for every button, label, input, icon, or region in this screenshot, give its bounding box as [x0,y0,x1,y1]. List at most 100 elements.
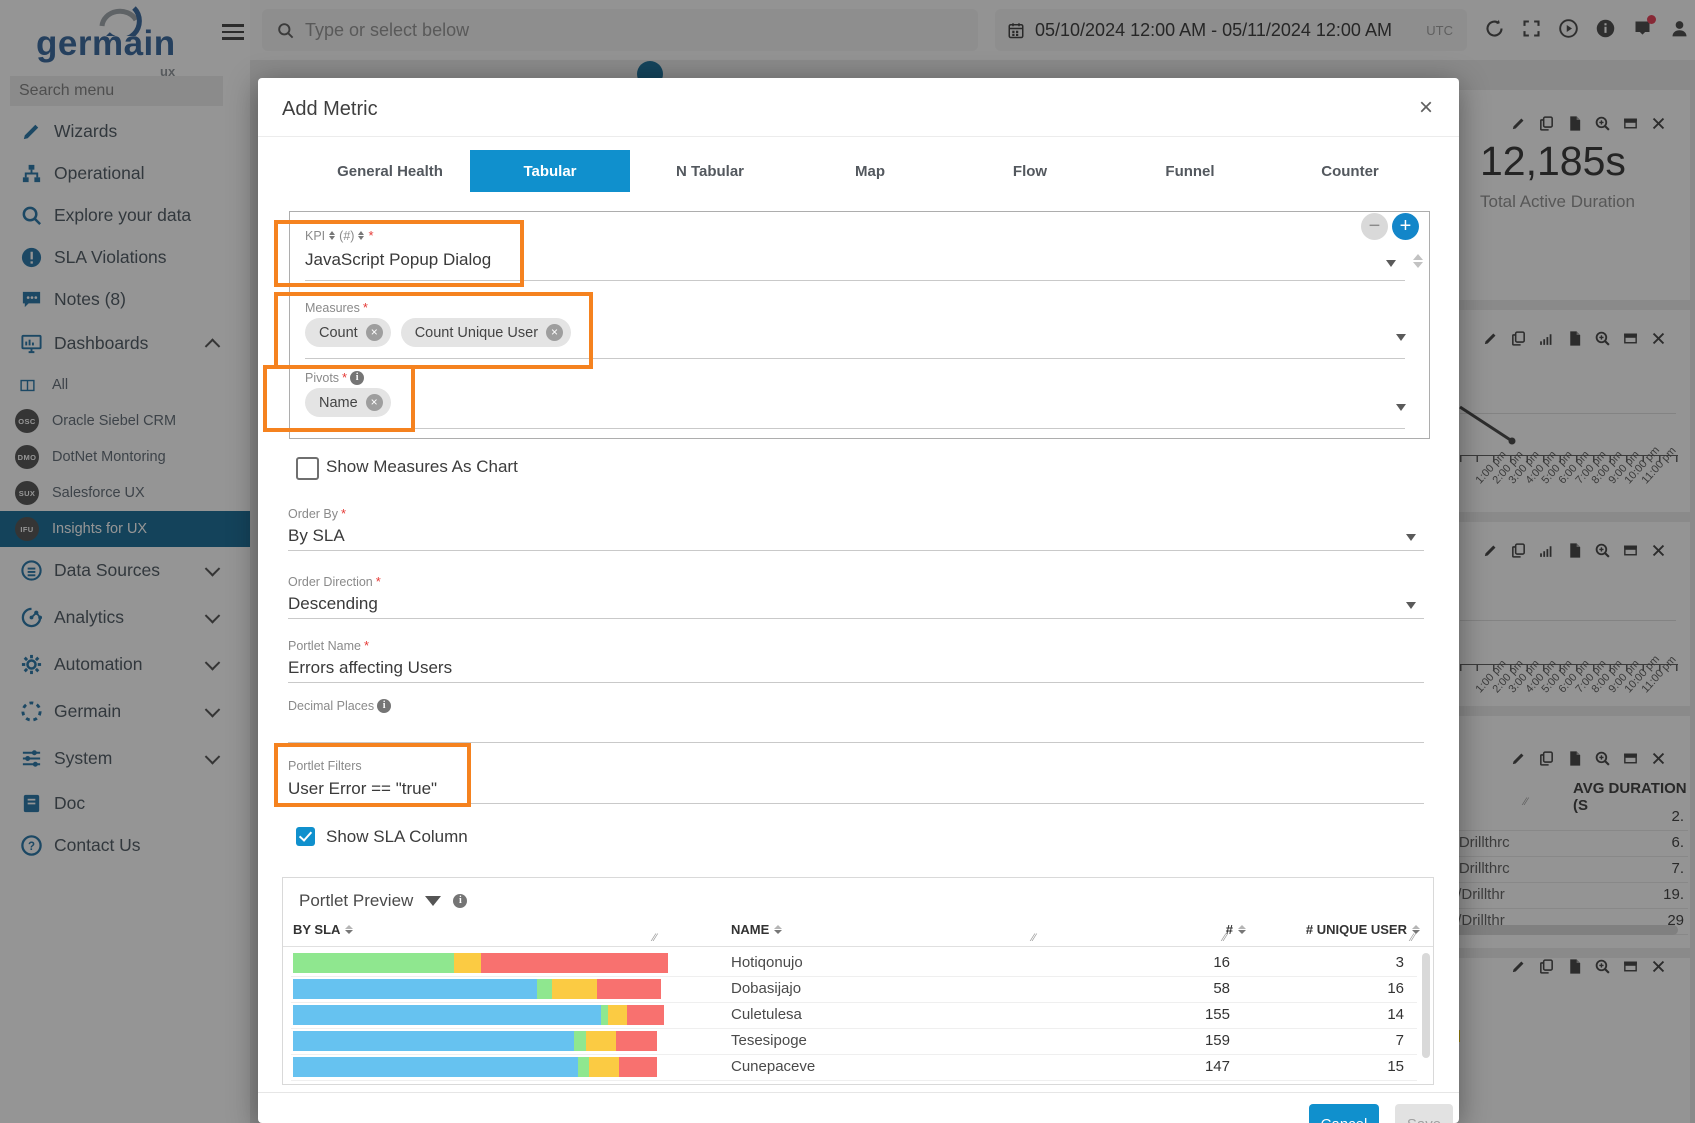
show-sla-column-label: Show SLA Column [326,827,468,847]
tab-n-tabular[interactable]: N Tabular [630,150,790,192]
chip-label: Count [319,325,358,341]
cell-count: 16 [1213,954,1230,971]
column-header-name[interactable]: NAME [731,922,782,937]
tab-tabular[interactable]: Tabular [470,150,630,192]
updown-icon[interactable] [358,231,364,240]
dialog-tabs: General HealthTabularN TabularMapFlowFun… [310,150,1430,192]
measures-label: Measures* [305,300,368,315]
add-kpi-button[interactable]: + [1392,213,1419,240]
measure-chip-count-unique-user[interactable]: Count Unique User × [401,318,571,347]
app-root: germain ux Search menu WizardsOperationa… [0,0,1695,1123]
chevron-down-icon[interactable] [1386,260,1396,267]
sla-bar [293,953,668,973]
preview-table-row: Culetulesa15514 [291,1002,1417,1029]
field-underline [288,803,1424,804]
field-underline [288,682,1424,683]
remove-kpi-button[interactable]: − [1361,213,1388,240]
portlet-preview: Portlet Preview i BY SLA NAME # # UNIQUE… [282,877,1434,1085]
chip-label: Count Unique User [415,325,538,341]
column-resize-handle[interactable]: ⁄⁄ [1223,932,1227,944]
measures-chips: Count × Count Unique User × [305,318,571,347]
sla-bar [293,1031,668,1051]
column-resize-handle[interactable]: ⁄⁄ [1032,932,1036,944]
order-by-label: Order By* [288,506,346,521]
field-underline [288,742,1424,743]
preview-table-row: Hotiqonujo 16 3 [291,950,1417,977]
cell-unique-user: 14 [1387,1006,1404,1023]
cell-unique-user: 7 [1396,1032,1404,1049]
column-header-unique-user[interactable]: # UNIQUE USER [1306,922,1420,937]
sla-bar-segment-green [601,1005,609,1025]
chip-remove-icon[interactable]: × [366,324,383,341]
order-by-select[interactable]: By SLA [288,526,345,546]
cell-unique-user: 16 [1387,980,1404,997]
sla-bar-segment-red [481,953,669,973]
chevron-down-icon[interactable] [1406,534,1416,541]
divider [258,136,1459,137]
pivot-chip-name[interactable]: Name × [305,388,391,417]
chip-remove-icon[interactable]: × [366,394,383,411]
kpi-select[interactable]: JavaScript Popup Dialog [305,250,491,270]
sla-bar-segment-green [578,1057,589,1077]
show-sla-column-checkbox[interactable] [296,827,315,846]
cell-count: 147 [1205,1058,1230,1075]
chevron-down-icon[interactable] [1396,404,1406,411]
filter-icon[interactable] [425,896,441,906]
chevron-down-icon[interactable] [1396,334,1406,341]
preview-table-row: Dobasijajo5816 [291,976,1417,1003]
cell-name: Dobasijajo [731,980,801,997]
updown-icon[interactable] [329,231,335,240]
sla-bar-segment-red [597,979,661,999]
field-underline [288,550,1424,551]
sla-bar-segment-yellow [454,953,480,973]
sla-bar [293,1057,668,1077]
column-resize-handle[interactable]: ⁄⁄ [653,932,657,944]
sla-bar-segment-red [619,1057,657,1077]
save-button[interactable]: Save [1395,1104,1453,1123]
column-header-by-sla[interactable]: BY SLA [293,922,353,937]
portlet-filters-label: Portlet Filters [288,759,362,773]
sla-bar-segment-green [537,979,552,999]
chip-remove-icon[interactable]: × [546,324,563,341]
tab-funnel[interactable]: Funnel [1110,150,1270,192]
sla-bar-segment-green [574,1031,585,1051]
cell-name: Hotiqonujo [731,954,803,971]
dialog-title: Add Metric [282,98,378,121]
field-underline [305,280,1405,281]
cell-unique-user: 3 [1396,954,1404,971]
preview-table-row: Cunepaceve14715 [291,1054,1417,1081]
order-direction-select[interactable]: Descending [288,594,378,614]
portlet-filters-input[interactable]: User Error == "true" [288,779,437,799]
cell-unique-user: 15 [1387,1058,1404,1075]
chevron-down-icon[interactable] [1406,602,1416,609]
info-icon: i [453,894,467,908]
kpi-label: KPI (#) * [305,228,374,243]
tab-flow[interactable]: Flow [950,150,1110,192]
column-header-count[interactable]: # [1226,922,1246,937]
pivots-label: Pivots* i [305,370,364,385]
show-measures-as-chart-checkbox[interactable] [296,457,319,480]
divider [258,1092,1459,1093]
tab-counter[interactable]: Counter [1270,150,1430,192]
cell-count: 159 [1205,1032,1230,1049]
cancel-button[interactable]: Cancel [1309,1104,1379,1123]
sla-bar [293,1005,668,1025]
portlet-name-input[interactable]: Errors affecting Users [288,658,452,678]
tab-general-health[interactable]: General Health [310,150,470,192]
sla-bar-segment-yellow [552,979,597,999]
vertical-scrollbar[interactable] [1422,953,1430,1058]
tab-map[interactable]: Map [790,150,950,192]
spinner-icon[interactable] [1413,254,1423,268]
close-icon[interactable]: × [1419,96,1433,120]
preview-table-row: Tesesipoge1597 [291,1028,1417,1055]
divider [283,946,1433,947]
field-underline [288,618,1424,619]
cell-name: Culetulesa [731,1006,802,1023]
sla-bar-segment-yellow [608,1005,627,1025]
measure-chip-count[interactable]: Count × [305,318,391,347]
chip-label: Name [319,395,358,411]
pivots-chips: Name × [305,388,391,417]
column-resize-handle[interactable]: ⁄⁄ [1411,932,1415,944]
sla-bar-segment-yellow [589,1057,619,1077]
sla-bar-segment-red [616,1031,657,1051]
